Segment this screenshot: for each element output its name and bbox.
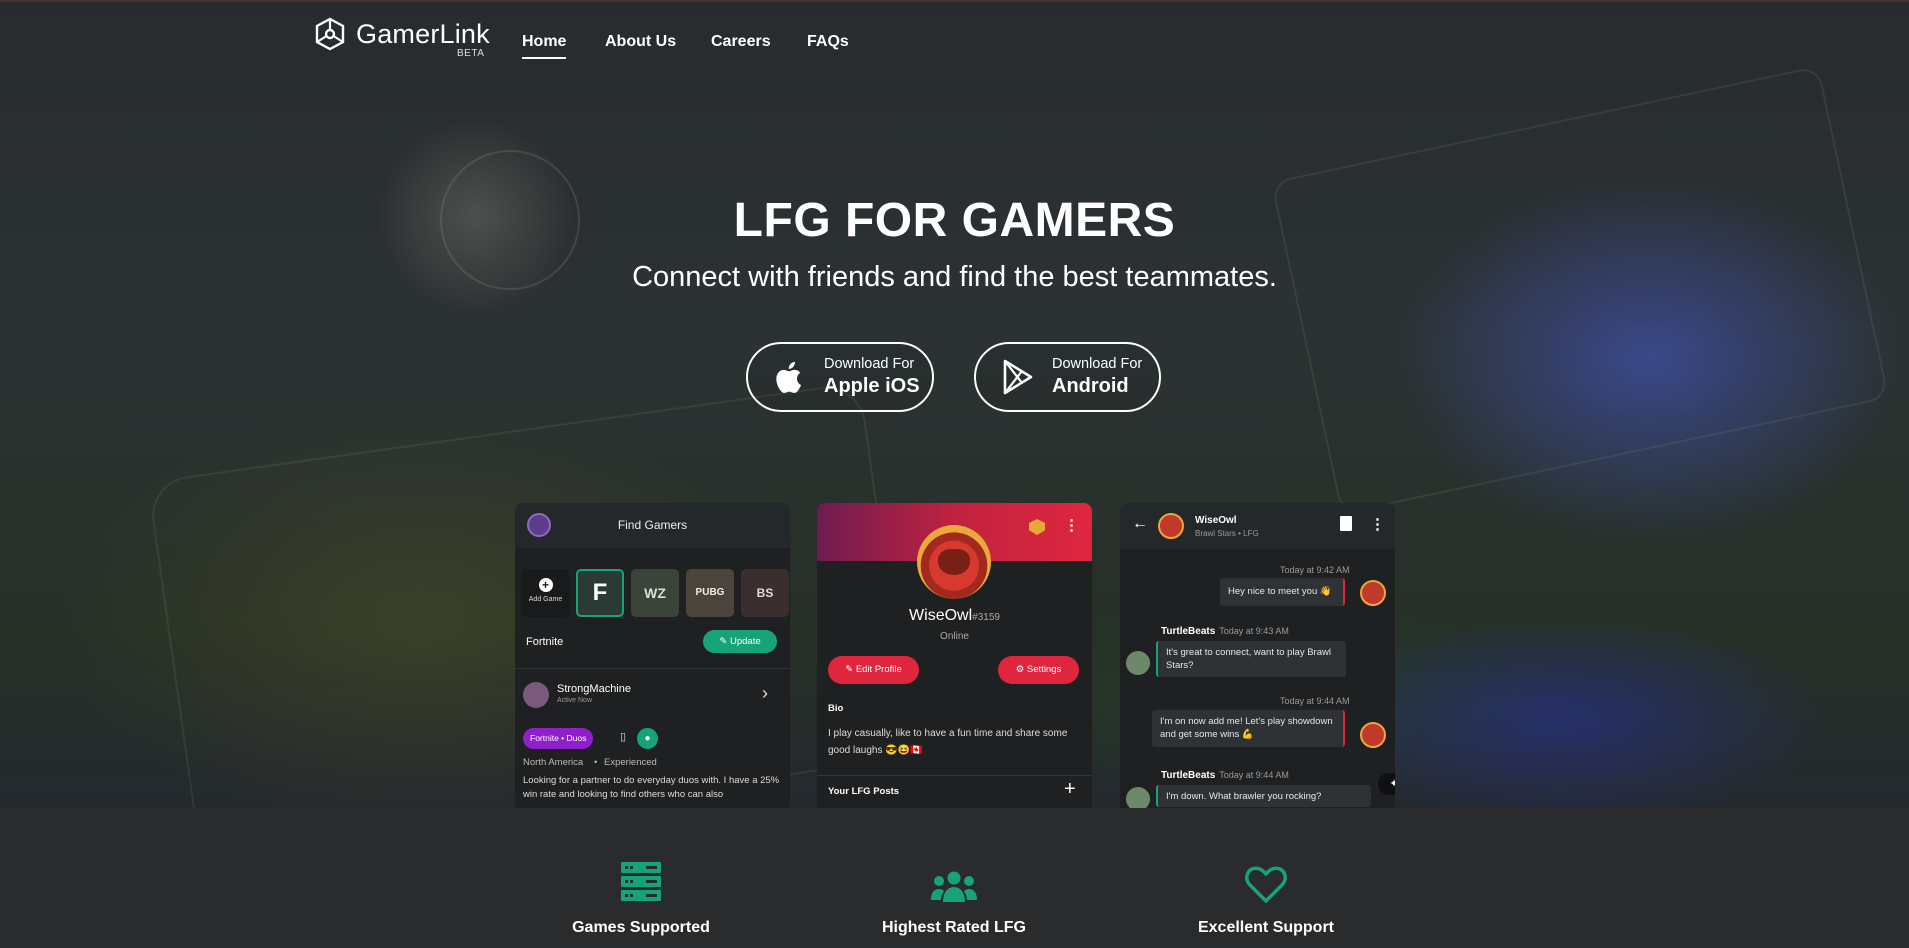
game-tile-fortnite[interactable]: F — [576, 569, 624, 617]
chat-contact-name: WiseOwl — [1195, 515, 1237, 526]
feature-excellent-support — [1146, 866, 1386, 909]
player-avatar — [523, 682, 549, 708]
player-status: Active Now — [557, 697, 593, 704]
magic-wand-button[interactable]: ✦ — [1378, 773, 1395, 795]
game-tile-pubg[interactable]: PUBG — [686, 569, 734, 617]
add-game-label: Add Game — [528, 596, 563, 603]
pencil-icon: ✎ — [845, 664, 854, 675]
player-level: Experienced — [604, 757, 657, 768]
incoming-message: It's great to connect, want to play Braw… — [1156, 641, 1346, 677]
outgoing-message: Hey nice to meet you 👋 — [1220, 578, 1345, 606]
more-options-icon[interactable]: ⋮ — [1370, 515, 1385, 533]
nav-careers-link[interactable]: Careers — [711, 33, 771, 51]
find-gamers-title: Find Gamers — [617, 518, 688, 532]
download-ios-button[interactable]: Download For Apple iOS — [746, 342, 934, 412]
bio-label: Bio — [828, 703, 844, 714]
sender-avatar — [1360, 580, 1386, 606]
player-region: North America — [523, 757, 584, 768]
download-android-button[interactable]: Download For Android — [974, 342, 1161, 412]
feature-label: Highest Rated LFG — [881, 919, 1026, 936]
chat-contact-subtitle: Brawl Stars • LFG — [1195, 529, 1259, 538]
turtlebeats-avatar — [1126, 651, 1150, 675]
nav-faqs-link[interactable]: FAQs — [807, 33, 849, 51]
add-game-tile[interactable]: + Add Game — [522, 569, 569, 617]
find-gamers-screenshot: Find Gamers + Add Game F WZ PUBG BS Fort… — [515, 503, 790, 808]
profile-username: WiseOwl#3159 — [817, 607, 1092, 625]
feature-highest-rated — [834, 870, 1074, 909]
turtlebeats-avatar — [1126, 787, 1150, 808]
mobile-device-icon: ▯ — [619, 731, 627, 743]
hero-section: GamerLink BETA Home About Us Careers FAQ… — [0, 0, 1909, 808]
nav-home-link[interactable]: Home — [522, 33, 567, 59]
feature-label: Games Supported — [572, 919, 710, 936]
beta-badge: BETA — [457, 48, 485, 59]
back-arrow-icon[interactable]: ← — [1132, 515, 1148, 533]
game-tile-brawl-stars[interactable]: BS — [741, 569, 789, 617]
download-ios-label: Apple iOS — [824, 375, 920, 397]
message-text: I'm on now add me! Let's play showdown a… — [1160, 716, 1333, 740]
feature-games-supported — [521, 860, 761, 907]
edit-profile-button[interactable]: ✎ Edit Profile — [828, 656, 919, 684]
game-tile-warzone[interactable]: WZ — [631, 569, 679, 617]
game-mode-tag: Fortnite • Duos — [523, 728, 594, 749]
message-timestamp: Today at 9:44 AM — [1280, 696, 1350, 706]
update-button[interactable]: ✎ Update — [703, 630, 777, 653]
gear-icon: ⚙ — [1015, 664, 1025, 675]
selected-game-name: Fortnite — [526, 636, 564, 648]
brand-logo[interactable]: GamerLink BETA — [312, 16, 490, 59]
message-sender: TurtleBeats Today at 9:44 AM — [1161, 770, 1289, 781]
more-options-icon[interactable]: ⋮ — [1064, 516, 1079, 534]
chat-avatar — [1158, 513, 1184, 539]
find-gamers-header: Find Gamers — [515, 503, 790, 548]
chevron-right-icon[interactable]: › — [762, 683, 768, 704]
document-icon[interactable] — [1340, 516, 1352, 531]
divider — [817, 775, 1092, 776]
settings-label: Settings — [1026, 664, 1062, 675]
nav-about-link[interactable]: About Us — [605, 33, 676, 51]
update-button-label: Update — [729, 636, 761, 647]
google-play-icon — [1003, 359, 1033, 395]
magic-wand-icon: ✦ — [1389, 778, 1395, 790]
hero-title: LFG FOR GAMERS — [733, 194, 1176, 247]
plus-circle-icon: + — [538, 578, 553, 592]
discriminator: #3159 — [972, 612, 1000, 623]
message-text: Hey nice to meet you 👋 — [1228, 586, 1332, 597]
server-icon — [621, 862, 661, 901]
message-timestamp: Today at 9:42 AM — [1280, 565, 1350, 575]
message-text: It's great to connect, want to play Braw… — [1166, 647, 1331, 671]
outgoing-message: I'm on now add me! Let's play showdown a… — [1152, 710, 1345, 747]
incoming-message: I'm down. What brawler you rocking? — [1156, 785, 1371, 807]
player-name[interactable]: StrongMachine — [557, 683, 631, 695]
chat-header: ← WiseOwl Brawl Stars • LFG ⋮ — [1120, 503, 1395, 549]
heart-icon — [1245, 866, 1287, 903]
sender-avatar — [1360, 722, 1386, 748]
player-description: Looking for a partner to do everyday duo… — [523, 775, 780, 800]
pencil-icon: ✎ — [719, 636, 728, 647]
bio-text: I play casually, like to have a fun time… — [828, 728, 1068, 756]
hero-subtitle: Connect with friends and find the best t… — [632, 261, 1277, 293]
settings-button[interactable]: ⚙ Settings — [998, 656, 1079, 684]
dot-separator: • — [594, 757, 598, 768]
chat-screenshot: ← WiseOwl Brawl Stars • LFG ⋮ Today at 9… — [1120, 503, 1395, 808]
apple-icon — [776, 361, 801, 393]
profile-screenshot: ⋮ WiseOwl#3159 Online ✎ Edit Profile ⚙ S… — [817, 503, 1092, 808]
username: WiseOwl — [909, 607, 973, 624]
message-text: I'm down. What brawler you rocking? — [1166, 791, 1322, 802]
owl-face-icon — [938, 549, 970, 575]
edit-profile-label: Edit Profile — [855, 664, 902, 675]
lfg-posts-label: Your LFG Posts — [828, 786, 900, 797]
gamerlink-logo-icon — [315, 17, 345, 51]
online-status: Online — [940, 631, 969, 642]
microphone-icon: ● — [637, 728, 658, 749]
add-post-icon[interactable]: + — [1064, 778, 1076, 801]
download-ios-caption: Download For — [824, 356, 915, 372]
message-sender: TurtleBeats Today at 9:43 AM — [1161, 626, 1289, 637]
download-android-label: Android — [1052, 375, 1129, 397]
download-android-caption: Download For — [1052, 356, 1143, 372]
users-icon — [931, 871, 977, 902]
brand-name: GamerLink — [356, 18, 490, 49]
divider — [515, 668, 790, 669]
feature-label: Excellent Support — [1197, 919, 1335, 936]
top-navigation: GamerLink BETA Home About Us Careers FAQ… — [0, 0, 1909, 80]
